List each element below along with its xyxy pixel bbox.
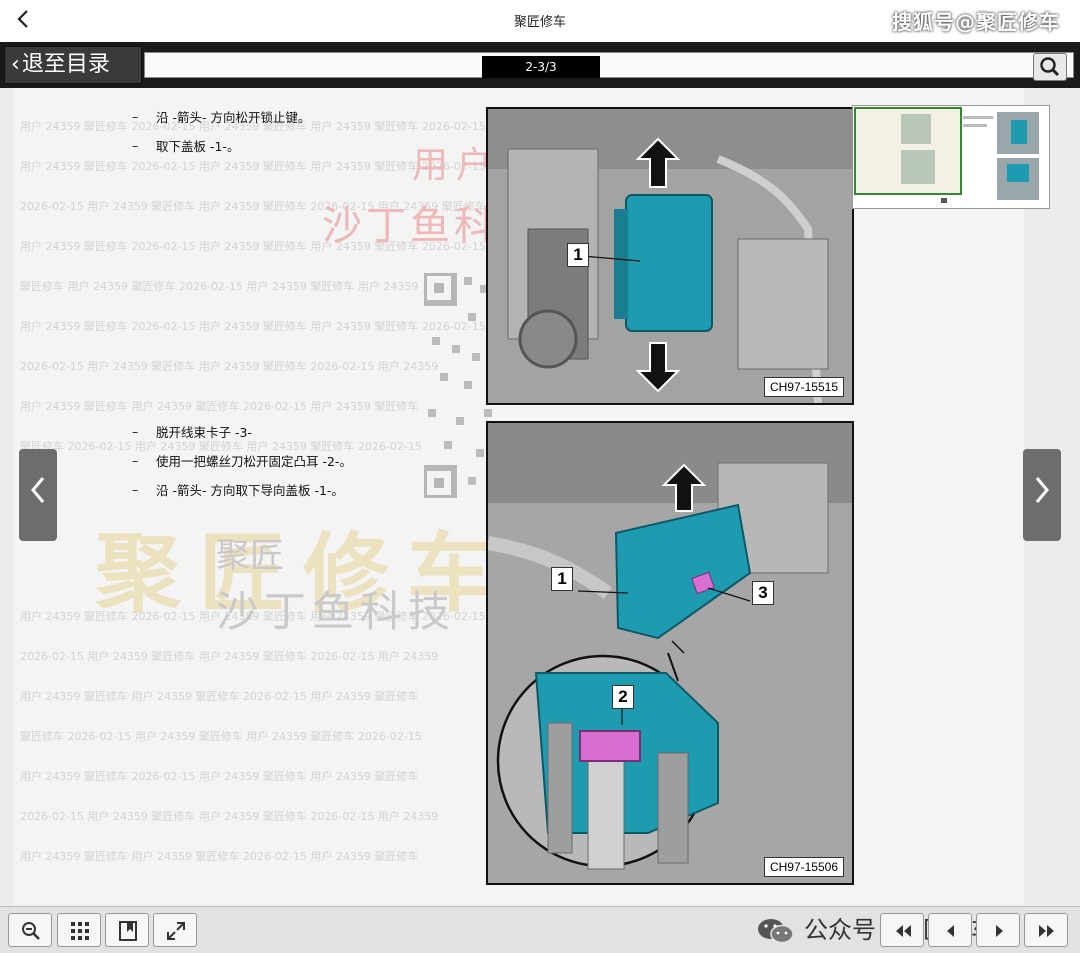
steps-group-top: – 沿 -箭头- 方向松开锁止键。 – 取下盖板 -1-。	[132, 102, 310, 160]
figure-code: CH97-15515	[763, 377, 844, 397]
last-page-button[interactable]	[1024, 913, 1068, 947]
sohu-watermark: 搜狐号@聚匠修车	[892, 10, 1060, 34]
step-item: – 沿 -箭头- 方向松开锁止键。	[132, 102, 310, 131]
search-button[interactable]	[1033, 53, 1067, 81]
step-marker: –	[132, 453, 139, 468]
gray-watermark: 聚匠	[216, 536, 284, 576]
zoom-out-icon	[22, 922, 40, 940]
thumbnail-preview	[854, 107, 1039, 203]
toolbar-field	[144, 52, 1074, 78]
page-thumbnail[interactable]	[852, 105, 1050, 209]
prev-page-button[interactable]	[928, 913, 972, 947]
callout-label: 1	[567, 243, 589, 267]
prev-page-arrow[interactable]	[19, 449, 57, 541]
document-page: 用户 24359 聚匠修车 2026-02-15 用户 24359 聚匠修车 用…	[0, 88, 1080, 906]
step-marker: –	[132, 109, 139, 124]
step-marker: –	[132, 482, 139, 497]
bookmark-button[interactable]	[105, 913, 149, 947]
callout-label: 3	[752, 581, 774, 605]
zoom-button[interactable]	[8, 913, 52, 947]
figure-illustration	[488, 423, 852, 883]
prev-page-icon	[947, 925, 954, 937]
steps-group-bottom: – 脱开线束卡子 -3- – 使用一把螺丝刀松开固定凸耳 -2-。 – 沿 -箭头- …	[132, 417, 352, 504]
figure-cover-removal: 1 CH97-15515	[486, 107, 854, 405]
figure-code: CH97-15506	[763, 857, 844, 877]
step-text: 沿 -箭头- 方向松开锁止键。	[156, 110, 311, 125]
app-bar: 聚匠修车 搜狐号@聚匠修车	[0, 0, 1080, 42]
expand-icon	[167, 922, 185, 940]
exit-to-toc-button[interactable]: ‹退至目录	[4, 46, 142, 84]
step-text: 取下盖板 -1-。	[156, 139, 240, 154]
grid-icon	[71, 922, 89, 940]
callout-label: 2	[612, 685, 634, 709]
magnifier-icon	[1040, 57, 1060, 77]
step-text: 脱开线束卡子 -3-	[156, 425, 252, 440]
step-item: – 沿 -箭头- 方向取下导向盖板 -1-。	[132, 475, 352, 504]
next-page-icon	[996, 925, 1003, 937]
step-text: 沿 -箭头- 方向取下导向盖板 -1-。	[156, 483, 344, 498]
figure-illustration	[488, 109, 852, 403]
first-page-button[interactable]	[880, 913, 924, 947]
figure-guide-cover-removal: 1 3 2 CH97-15506	[486, 421, 854, 885]
page-indicator: 2-3/3	[482, 56, 600, 78]
callout-label: 1	[551, 567, 573, 591]
wechat-logo-icon	[758, 919, 794, 944]
pdf-viewer: 聚匠修车 搜狐号@聚匠修车 ‹退至目录 2-3/3 用户 24359 聚匠修车 …	[0, 0, 1080, 953]
gray-watermark: 沙丁鱼科技	[216, 587, 457, 636]
chevron-left-icon	[31, 477, 45, 503]
bottom-toolbar: 公众号 · 聚匠修车	[0, 906, 1080, 953]
step-item: – 取下盖板 -1-。	[132, 131, 310, 160]
first-page-icon	[896, 925, 911, 937]
last-page-icon	[1039, 925, 1054, 937]
step-marker: –	[132, 424, 139, 439]
thumbnails-grid-button[interactable]	[57, 913, 101, 947]
next-page-button[interactable]	[976, 913, 1020, 947]
next-page-arrow[interactable]	[1023, 449, 1061, 541]
chevron-right-icon	[1035, 477, 1049, 503]
step-item: – 使用一把螺丝刀松开固定凸耳 -2-。	[132, 446, 352, 475]
step-item: – 脱开线束卡子 -3-	[132, 417, 352, 446]
chevron-left-icon: ‹	[11, 52, 20, 77]
exit-label: 退至目录	[21, 52, 110, 77]
fullscreen-button[interactable]	[153, 913, 197, 947]
step-marker: –	[132, 138, 139, 153]
bookmark-icon	[119, 921, 137, 941]
step-text: 使用一把螺丝刀松开固定凸耳 -2-。	[156, 454, 352, 469]
